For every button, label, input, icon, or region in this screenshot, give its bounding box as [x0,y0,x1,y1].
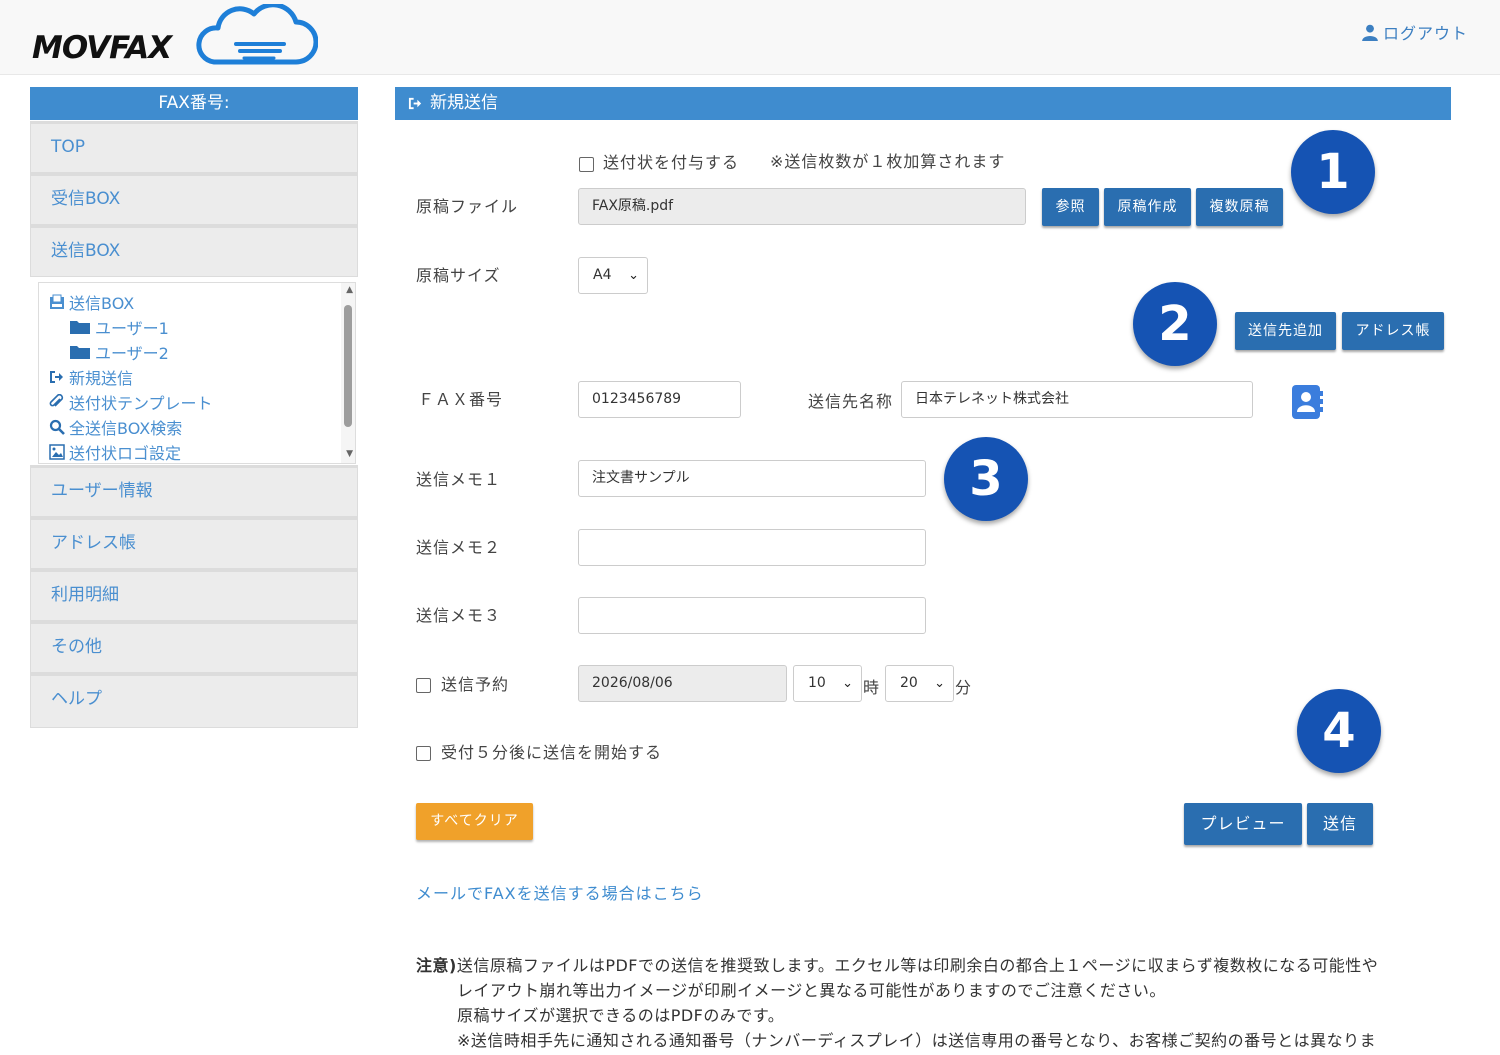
sidebar-item-top[interactable]: TOP [30,121,358,173]
note-line-1: 注意)送信原稿ファイルはPDFでの送信を推奨致します。エクセル等は印刷余白の都合… [416,956,1379,975]
schedule-label: 送信予約 [441,675,510,694]
tree-item-user2[interactable]: ユーザー2 [69,340,169,364]
cover-sheet-checkbox[interactable] [579,157,594,172]
memo1-input[interactable]: 注文書サンプル [578,460,926,497]
address-book-button[interactable]: アドレス帳 [1342,312,1444,350]
contact-book-icon[interactable] [1291,384,1323,420]
note-line-4: ※送信時相手先に通知される通知番号（ナンバーディスプレイ）は送信専用の番号となり… [457,1031,1377,1050]
scroll-up-arrow-icon[interactable]: ▲ [346,285,353,295]
delay-checkbox[interactable] [416,746,431,761]
tree-item-logo-settings[interactable]: 送付状ロゴ設定 [49,440,181,463]
cloud-fax-icon [196,4,318,65]
note-line-3: 原稿サイズが選択できるのはPDFのみです。 [457,1006,785,1025]
sidebar-item-label: 送信BOX [51,241,121,261]
user-icon [1362,24,1378,41]
step-marker-2: 2 [1133,282,1217,366]
memo2-input[interactable] [578,529,926,566]
top-bar: MOVFAX ログアウト [0,0,1500,75]
schedule-checkbox[interactable] [416,678,431,693]
multiple-documents-button[interactable]: 複数原稿 [1196,188,1283,226]
step-marker-1: 1 [1291,130,1375,214]
file-name-field[interactable]: FAX原稿.pdf [578,188,1026,225]
image-icon [49,444,65,460]
memo3-input[interactable] [578,597,926,634]
sidebar-item-usage[interactable]: 利用明細 [30,569,358,621]
tree-item-cover-template[interactable]: 送付状テンプレート [49,390,213,414]
tree-item-search-all[interactable]: 全送信BOX検索 [49,415,182,439]
sidebar-item-user-info[interactable]: ユーザー情報 [30,465,358,517]
outbox-tree[interactable]: 送信BOX ユーザー1 ユーザー2 新規送信 送付状テンプレート 全送信BOX検… [38,282,356,464]
create-document-button[interactable]: 原稿作成 [1104,188,1191,226]
logout-link[interactable]: ログアウト [1361,20,1468,44]
step-marker-4: 4 [1297,689,1381,773]
sidebar-item-label: アドレス帳 [51,533,136,553]
schedule-date-input[interactable]: 2026/08/06 [578,665,787,702]
sidebar-item-inbox[interactable]: 受信BOX [30,173,358,225]
destination-name-label: 送信先名称 [808,392,894,411]
folder-icon [70,346,90,359]
logo-text: MOVFAX [32,30,172,66]
chevron-down-icon: ⌄ [842,676,853,691]
sidebar-item-label: ヘルプ [51,689,102,709]
scroll-down-arrow-icon[interactable]: ▼ [346,449,353,459]
movfax-logo[interactable]: MOVFAX [32,4,318,68]
note-line-2: レイアウト崩れ等出力イメージが印刷イメージと異なる可能性がありますのでご注意くだ… [457,981,1166,1000]
sign-out-icon [50,371,63,383]
cover-sheet-note: ※送信枚数が１枚加算されます [770,152,1006,171]
paperclip-icon [49,394,64,407]
schedule-minute-select[interactable]: 20 ⌄ [885,665,954,702]
scroll-thumb[interactable] [344,305,352,427]
memo2-label: 送信メモ２ [416,538,502,557]
step-marker-3: 3 [944,437,1028,521]
page-title-bar: 新規送信 [395,87,1451,120]
fax-number-input[interactable]: 0123456789 [578,381,741,418]
schedule-hour-select[interactable]: 10 ⌄ [793,665,862,702]
cover-sheet-label: 送付状を付与する [603,153,740,172]
tree-item-new-send[interactable]: 新規送信 [49,365,133,389]
chevron-down-icon: ⌄ [934,676,945,691]
sidebar-item-other[interactable]: その他 [30,621,358,673]
clear-all-button[interactable]: すべてクリア [416,803,533,840]
logout-label: ログアウト [1382,24,1468,43]
fax-number-label: ＦＡＸ番号 [418,390,504,409]
size-select[interactable]: A4 ⌄ [578,257,648,294]
size-label: 原稿サイズ [416,266,501,285]
sidebar-item-address-book[interactable]: アドレス帳 [30,517,358,569]
note-prefix: 注意) [416,956,457,975]
hour-unit: 時 [863,678,881,697]
tree-item-outbox[interactable]: 送信BOX [49,290,134,314]
destination-name-input[interactable]: 日本テレネット株式会社 [901,381,1253,418]
page-title: 新規送信 [430,93,498,113]
sidebar-fax-number-title: FAX番号: [30,87,358,120]
preview-button[interactable]: プレビュー [1184,803,1302,845]
add-destination-button[interactable]: 送信先追加 [1235,312,1336,350]
email-fax-link[interactable]: メールでFAXを送信する場合はこちら [416,880,704,904]
chevron-down-icon: ⌄ [628,268,639,283]
delay-label: 受付５分後に送信を開始する [441,743,663,762]
inbox-icon [50,294,64,309]
sidebar-item-label: その他 [51,637,102,657]
minute-unit: 分 [955,678,973,697]
memo1-label: 送信メモ１ [416,470,502,489]
sidebar-item-label: 受信BOX [51,189,121,209]
tree-scrollbar[interactable]: ▲ ▼ [341,283,355,463]
sidebar-item-label: ユーザー情報 [51,481,153,501]
folder-icon [70,321,90,334]
sidebar-item-label: TOP [51,137,86,157]
sidebar-item-outbox[interactable]: 送信BOX [30,225,358,277]
sign-out-icon [408,97,422,110]
send-button[interactable]: 送信 [1307,803,1373,845]
tree-item-user1[interactable]: ユーザー1 [69,315,169,339]
search-icon [49,419,65,435]
memo3-label: 送信メモ３ [416,606,502,625]
browse-button[interactable]: 参照 [1042,188,1099,226]
sidebar-item-label: 利用明細 [51,585,119,605]
file-label: 原稿ファイル [416,197,519,216]
sidebar-item-help[interactable]: ヘルプ [30,673,358,728]
